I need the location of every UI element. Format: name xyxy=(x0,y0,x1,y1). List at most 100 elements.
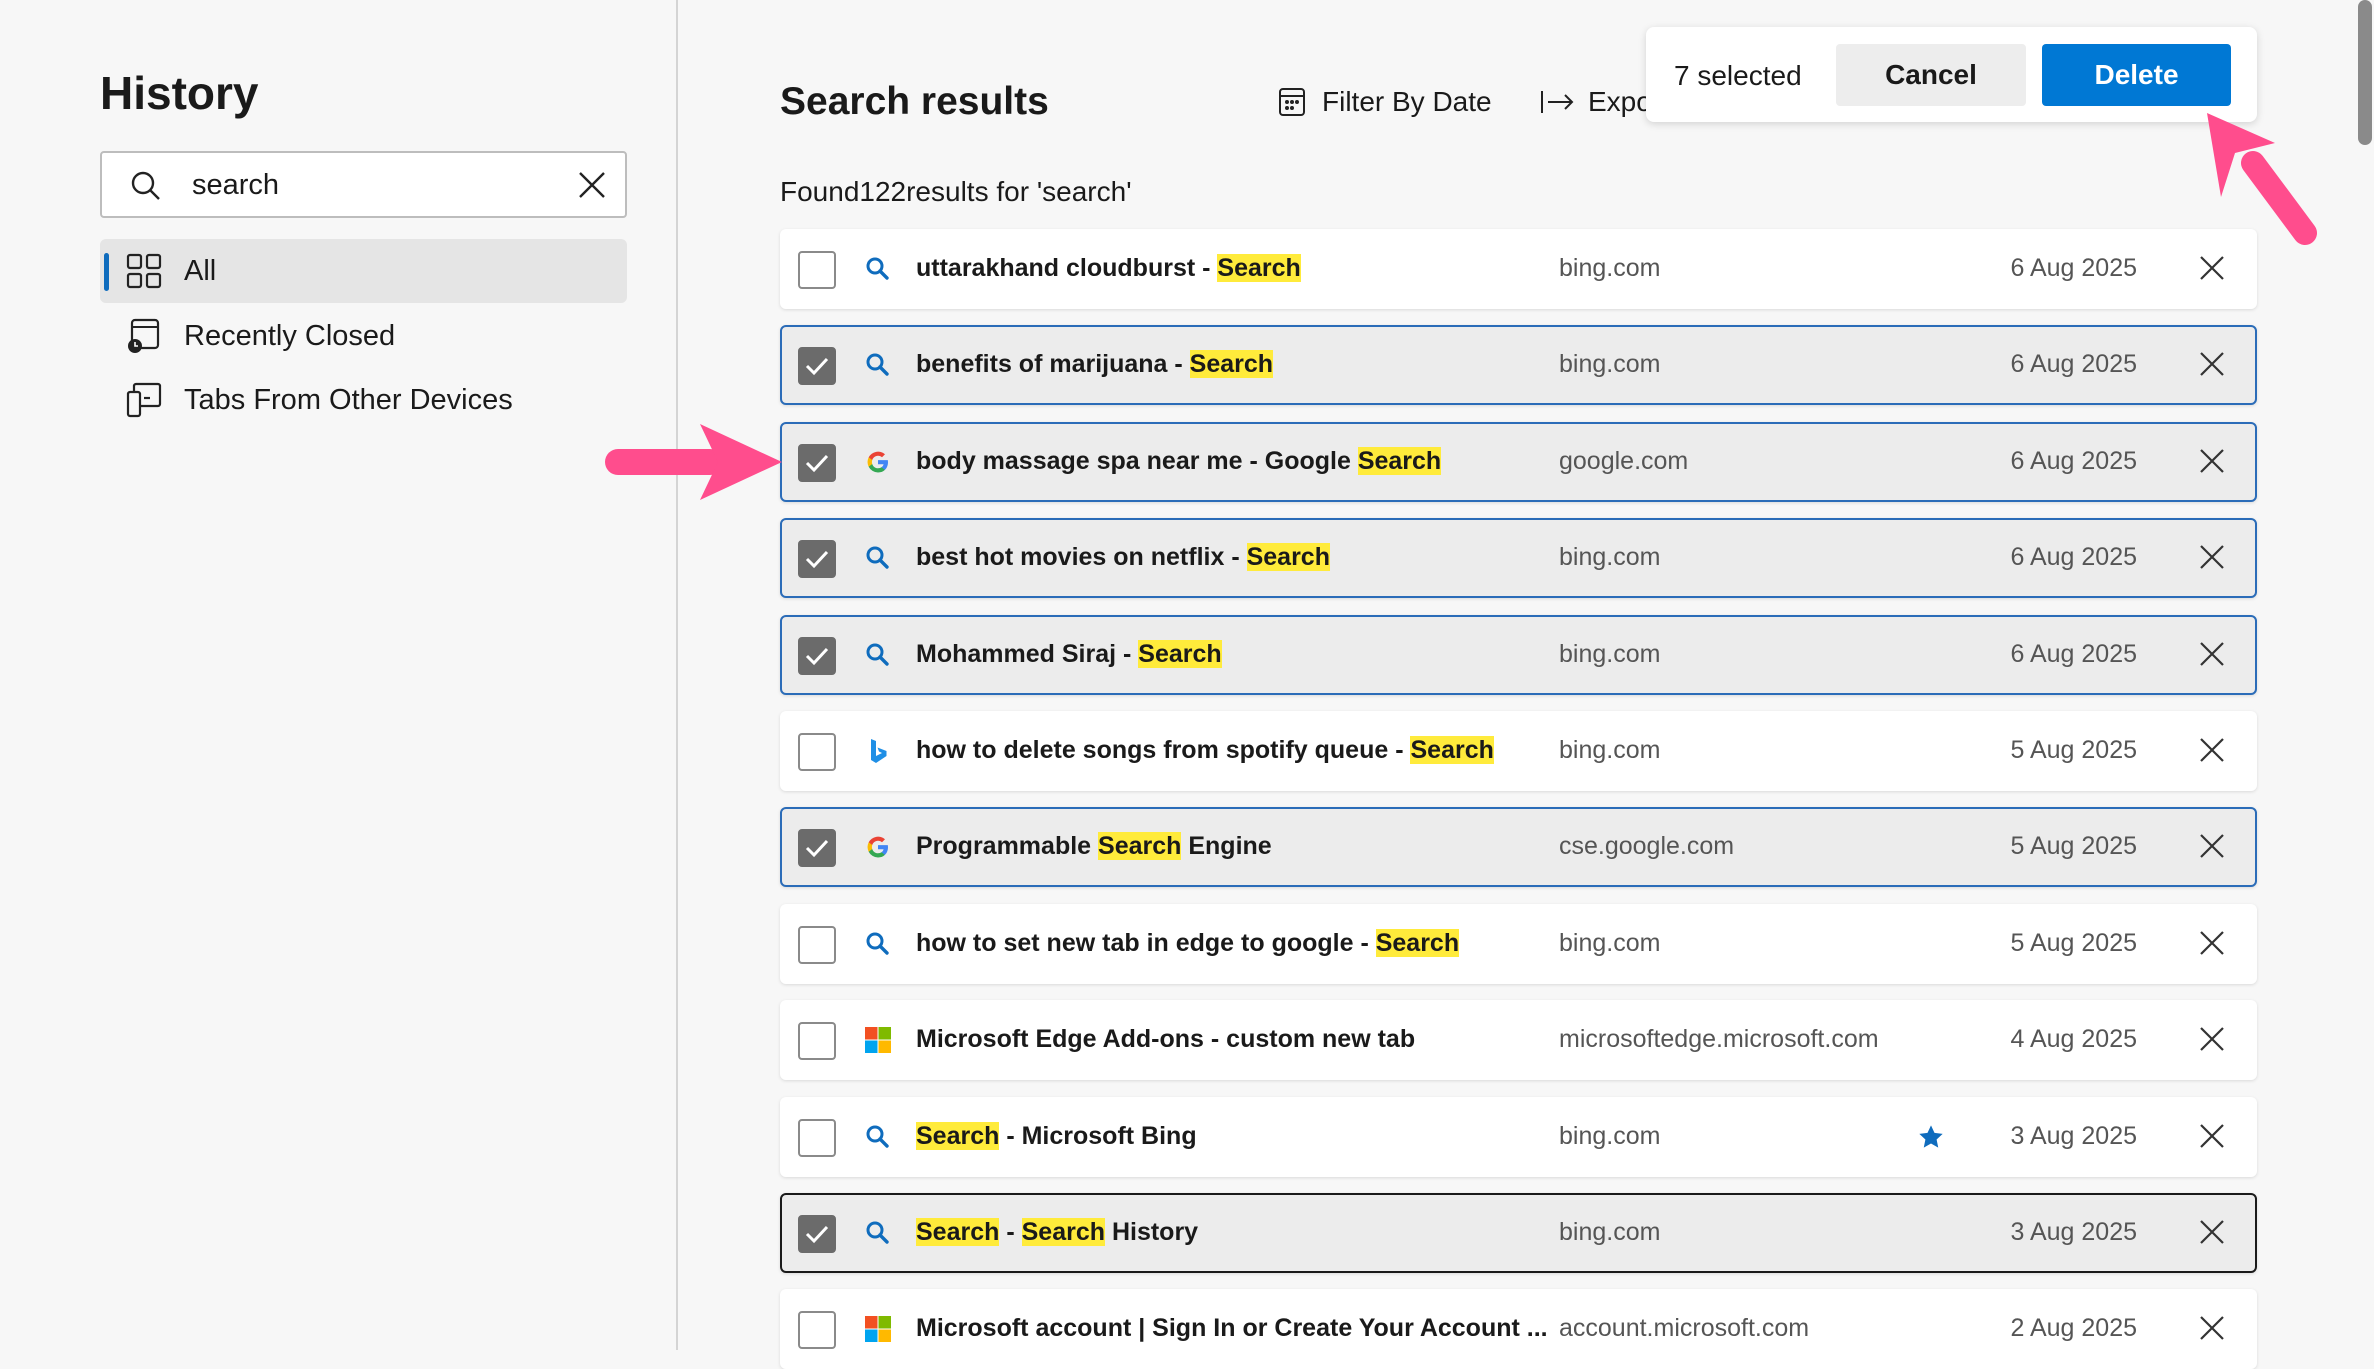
sidebar-item-label: Tabs From Other Devices xyxy=(184,384,513,417)
microsoft-favicon-icon xyxy=(864,1026,892,1054)
row-checkbox[interactable] xyxy=(798,444,836,482)
row-domain: bing.com xyxy=(1559,736,1660,765)
history-row[interactable]: best hot movies on netflix - Search bing… xyxy=(780,518,2257,598)
row-title-link[interactable]: how to set new tab in edge to google - S… xyxy=(916,929,1459,958)
sidebar-item-recently-closed[interactable]: Recently Closed xyxy=(100,304,627,368)
row-checkbox[interactable] xyxy=(798,733,836,771)
history-row[interactable]: how to set new tab in edge to google - S… xyxy=(780,904,2257,984)
row-title-link[interactable]: uttarakhand cloudburst - Search xyxy=(916,254,1301,283)
calendar-icon xyxy=(1278,87,1306,117)
row-title-link[interactable]: Programmable Search Engine xyxy=(916,832,1272,861)
search-favicon-icon xyxy=(864,351,892,379)
row-title-link[interactable]: body massage spa near me - Google Search xyxy=(916,447,1441,476)
remove-row-icon[interactable] xyxy=(2197,1121,2227,1151)
search-highlight: Search xyxy=(1098,832,1181,860)
search-favicon-icon xyxy=(864,1123,892,1151)
row-checkbox[interactable] xyxy=(798,926,836,964)
row-domain: microsoftedge.microsoft.com xyxy=(1559,1025,1879,1054)
title-text: how to delete songs from spotify queue - xyxy=(916,736,1410,764)
row-date: 3 Aug 2025 xyxy=(2010,1218,2137,1247)
sidebar-item-all[interactable]: All xyxy=(100,239,627,303)
checkmark-icon xyxy=(800,446,834,480)
scrollbar[interactable] xyxy=(2358,0,2372,145)
filter-by-date-button[interactable]: Filter By Date xyxy=(1278,86,1492,118)
row-title-link[interactable]: Microsoft account | Sign In or Create Yo… xyxy=(916,1314,1548,1343)
checkmark-icon xyxy=(800,1217,834,1251)
row-checkbox[interactable] xyxy=(798,1119,836,1157)
remove-row-icon[interactable] xyxy=(2197,1313,2227,1343)
row-date: 5 Aug 2025 xyxy=(2010,736,2137,765)
row-title-link[interactable]: Search - Search History xyxy=(916,1218,1198,1247)
search-favicon-icon xyxy=(864,641,892,669)
remove-row-icon[interactable] xyxy=(2197,735,2227,765)
remove-row-icon[interactable] xyxy=(2197,1217,2227,1247)
row-domain: google.com xyxy=(1559,447,1688,476)
row-domain: account.microsoft.com xyxy=(1559,1314,1809,1343)
row-checkbox[interactable] xyxy=(798,637,836,675)
recently-closed-icon xyxy=(126,318,162,354)
remove-row-icon[interactable] xyxy=(2197,446,2227,476)
row-checkbox[interactable] xyxy=(798,829,836,867)
history-row[interactable]: Mohammed Siraj - Search bing.com 6 Aug 2… xyxy=(780,615,2257,695)
row-checkbox[interactable] xyxy=(798,347,836,385)
export-button[interactable]: Expo xyxy=(1540,86,1652,118)
cancel-button[interactable]: Cancel xyxy=(1836,44,2026,106)
bing-favicon-icon xyxy=(864,737,892,765)
history-row[interactable]: Search - Microsoft Bing bing.com 3 Aug 2… xyxy=(780,1097,2257,1177)
remove-row-icon[interactable] xyxy=(2197,542,2227,572)
row-title-link[interactable]: benefits of marijuana - Search xyxy=(916,350,1273,379)
selected-count: 7 selected xyxy=(1674,60,1802,92)
title-text: uttarakhand cloudburst - xyxy=(916,254,1217,282)
search-favicon-icon xyxy=(864,255,892,283)
remove-row-icon[interactable] xyxy=(2197,639,2227,669)
row-date: 6 Aug 2025 xyxy=(2010,543,2137,572)
search-icon xyxy=(130,170,162,202)
row-checkbox[interactable] xyxy=(798,251,836,289)
history-row[interactable]: Programmable Search Engine cse.google.co… xyxy=(780,807,2257,887)
history-row[interactable]: body massage spa near me - Google Search… xyxy=(780,422,2257,502)
row-date: 5 Aug 2025 xyxy=(2010,929,2137,958)
row-title-link[interactable]: best hot movies on netflix - Search xyxy=(916,543,1330,572)
remove-row-icon[interactable] xyxy=(2197,831,2227,861)
search-favicon-icon xyxy=(864,544,892,572)
export-icon xyxy=(1540,88,1574,116)
active-indicator xyxy=(104,253,109,291)
row-title-link[interactable]: Search - Microsoft Bing xyxy=(916,1122,1197,1151)
remove-row-icon[interactable] xyxy=(2197,928,2227,958)
history-row[interactable]: how to delete songs from spotify queue -… xyxy=(780,711,2257,791)
row-checkbox[interactable] xyxy=(798,1215,836,1253)
sidebar: History search All Recently Closed Tabs … xyxy=(0,0,678,1350)
google-favicon-icon xyxy=(864,833,892,861)
delete-button[interactable]: Delete xyxy=(2042,44,2231,106)
clear-search-icon[interactable] xyxy=(577,170,607,200)
row-title-link[interactable]: Microsoft Edge Add-ons - custom new tab xyxy=(916,1025,1415,1054)
search-value[interactable]: search xyxy=(192,169,279,202)
row-date: 3 Aug 2025 xyxy=(2010,1122,2137,1151)
sidebar-item-label: All xyxy=(184,255,216,288)
remove-row-icon[interactable] xyxy=(2197,1024,2227,1054)
row-checkbox[interactable] xyxy=(798,540,836,578)
row-date: 2 Aug 2025 xyxy=(2010,1314,2137,1343)
title-text: Mohammed Siraj - xyxy=(916,640,1138,668)
title-text: best hot movies on netflix - xyxy=(916,543,1247,571)
history-row[interactable]: Microsoft account | Sign In or Create Yo… xyxy=(780,1289,2257,1369)
annotation-arrow-delete xyxy=(2195,105,2335,255)
row-checkbox[interactable] xyxy=(798,1311,836,1349)
row-checkbox[interactable] xyxy=(798,1022,836,1060)
sidebar-item-tabs-other-devices[interactable]: Tabs From Other Devices xyxy=(100,368,627,432)
title-text: how to set new tab in edge to google - xyxy=(916,929,1376,957)
devices-icon xyxy=(126,382,162,418)
history-row[interactable]: Microsoft Edge Add-ons - custom new tab … xyxy=(780,1000,2257,1080)
remove-row-icon[interactable] xyxy=(2197,349,2227,379)
history-row[interactable]: benefits of marijuana - Search bing.com … xyxy=(780,325,2257,405)
row-title-link[interactable]: Mohammed Siraj - Search xyxy=(916,640,1222,669)
row-date: 6 Aug 2025 xyxy=(2010,447,2137,476)
history-row[interactable]: uttarakhand cloudburst - Search bing.com… xyxy=(780,229,2257,309)
row-title-link[interactable]: how to delete songs from spotify queue -… xyxy=(916,736,1494,765)
search-input[interactable]: search xyxy=(100,151,627,218)
sidebar-item-label: Recently Closed xyxy=(184,320,395,353)
row-domain: bing.com xyxy=(1559,640,1660,669)
remove-row-icon[interactable] xyxy=(2197,253,2227,283)
search-highlight: Search xyxy=(1247,543,1330,571)
history-row[interactable]: Search - Search History bing.com 3 Aug 2… xyxy=(780,1193,2257,1273)
